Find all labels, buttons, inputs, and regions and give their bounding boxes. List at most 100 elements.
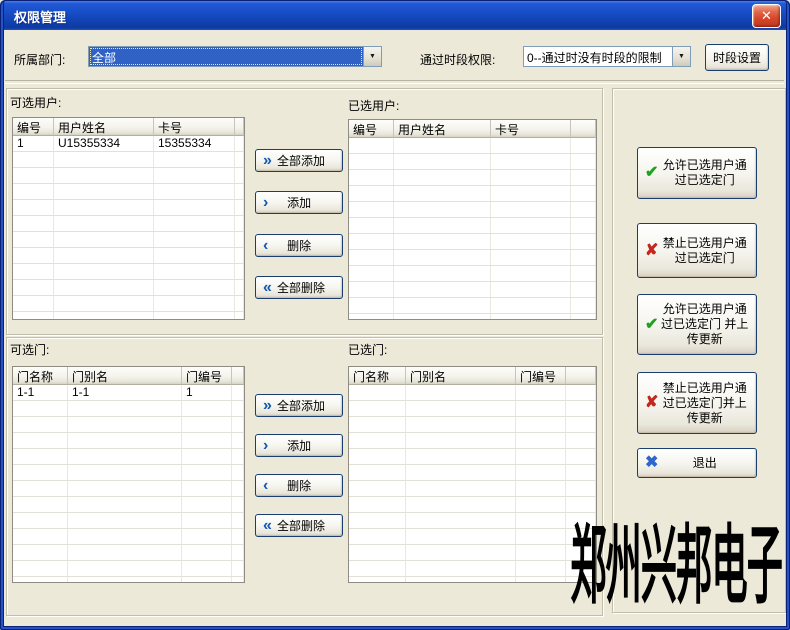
add-all-doors-button[interactable]: » 全部添加: [255, 394, 343, 417]
period-combobox[interactable]: 0--通过时没有时段的限制 ▼: [523, 46, 691, 67]
table-cell: [566, 433, 596, 448]
table-cell: [406, 545, 516, 560]
deny-users-through-doors-button[interactable]: ✘ 禁止已选用户通过已选定门: [637, 223, 757, 278]
table-cell: [13, 513, 68, 528]
allow-and-upload-button[interactable]: ✔ 允许已选用户通过已选定门 并上传更新: [637, 294, 757, 355]
table-cell: [349, 481, 406, 496]
column-header[interactable]: 用户姓名: [54, 118, 154, 136]
exit-x-icon: ✖: [645, 455, 658, 471]
table-cell: [516, 401, 566, 416]
table-cell: [349, 529, 406, 544]
table-cell: [13, 577, 68, 583]
deny-and-upload-button[interactable]: ✘ 禁止已选用户通过已选定门并上传更新: [637, 372, 757, 434]
table-cell: [68, 513, 182, 528]
table-row-empty: [349, 138, 596, 154]
dropdown-arrow-icon[interactable]: ▼: [363, 47, 381, 66]
table-cell: [154, 216, 235, 231]
table-cell: [68, 449, 182, 464]
table-cell: [235, 232, 244, 247]
period-settings-button[interactable]: 时段设置: [705, 44, 769, 71]
table-cell: [491, 282, 571, 297]
table-cell: [154, 248, 235, 263]
table-cell: [154, 200, 235, 215]
remove-all-doors-button[interactable]: « 全部删除: [255, 514, 343, 537]
available-doors-table[interactable]: 门名称门别名门编号1-11-11: [12, 366, 245, 583]
column-header[interactable]: 门别名: [68, 367, 182, 385]
table-cell: [406, 449, 516, 464]
column-header-filler[interactable]: [571, 120, 596, 138]
table-cell: [13, 545, 68, 560]
table-cell: [571, 282, 596, 297]
column-header[interactable]: 编号: [349, 120, 394, 138]
table-cell: [182, 433, 232, 448]
column-header[interactable]: 门名称: [349, 367, 406, 385]
selected-users-table[interactable]: 编号用户姓名卡号: [348, 119, 597, 320]
add-all-doors-label: 全部添加: [272, 397, 336, 414]
add-door-button[interactable]: › 添加: [255, 434, 343, 457]
remove-all-users-button[interactable]: « 全部删除: [255, 276, 343, 299]
table-cell: [491, 154, 571, 169]
table-header-row: 编号用户姓名卡号: [349, 120, 596, 138]
column-header[interactable]: 编号: [13, 118, 54, 136]
table-cell: [349, 266, 394, 281]
column-header[interactable]: 门编号: [182, 367, 232, 385]
table-cell: [491, 234, 571, 249]
table-row[interactable]: 1U1535533415355334: [13, 136, 244, 152]
table-cell: [182, 465, 232, 480]
table-row-empty: [13, 264, 244, 280]
column-header-filler[interactable]: [232, 367, 244, 385]
available-users-table[interactable]: 编号用户姓名卡号1U1535533415355334: [12, 117, 245, 320]
table-cell: [232, 417, 244, 432]
table-cell: [154, 232, 235, 247]
table-row[interactable]: 1-11-11: [13, 385, 244, 401]
table-cell: [394, 314, 491, 320]
column-header-filler[interactable]: [566, 367, 596, 385]
table-cell: [516, 529, 566, 544]
column-header[interactable]: 卡号: [154, 118, 235, 136]
table-cell: 1: [182, 385, 232, 400]
column-header[interactable]: 卡号: [491, 120, 571, 138]
column-header-filler[interactable]: [235, 118, 244, 136]
table-cell: [491, 298, 571, 313]
table-cell: [13, 401, 68, 416]
remove-door-button[interactable]: ‹ 删除: [255, 474, 343, 497]
department-combobox[interactable]: 全部 ▼: [88, 46, 382, 67]
table-cell: [566, 465, 596, 480]
exit-label: 退出: [658, 456, 751, 471]
table-cell: [566, 481, 596, 496]
selected-doors-table[interactable]: 门名称门别名门编号: [348, 366, 597, 583]
table-row-empty: [349, 513, 596, 529]
allow-users-through-doors-button[interactable]: ✔ 允许已选用户通过已选定门: [637, 147, 757, 199]
table-cell: [13, 561, 68, 576]
table-cell: [54, 200, 154, 215]
table-cell: [349, 314, 394, 320]
column-header[interactable]: 门别名: [406, 367, 516, 385]
column-header[interactable]: 门编号: [516, 367, 566, 385]
dropdown-arrow-icon[interactable]: ▼: [672, 47, 690, 66]
cross-icon: ✘: [645, 243, 658, 259]
exit-button[interactable]: ✖ 退出: [637, 448, 757, 478]
title-bar[interactable]: 权限管理 ✕: [0, 0, 790, 30]
table-cell: [491, 314, 571, 320]
table-row-empty: [13, 433, 244, 449]
table-cell: [566, 497, 596, 512]
close-button[interactable]: ✕: [752, 4, 781, 28]
column-header[interactable]: 门名称: [13, 367, 68, 385]
table-cell: [571, 138, 596, 153]
check-icon: ✔: [645, 165, 658, 181]
table-cell: [54, 280, 154, 295]
table-cell: [516, 561, 566, 576]
remove-user-button[interactable]: ‹ 删除: [255, 234, 343, 257]
remove-user-label: 删除: [268, 237, 336, 254]
add-all-users-button[interactable]: » 全部添加: [255, 149, 343, 172]
column-header[interactable]: 用户姓名: [394, 120, 491, 138]
table-cell: [349, 282, 394, 297]
table-cell: [491, 170, 571, 185]
table-cell: [68, 465, 182, 480]
table-cell: [406, 401, 516, 416]
add-user-button[interactable]: › 添加: [255, 191, 343, 214]
table-cell: 1-1: [13, 385, 68, 400]
table-cell: 15355334: [154, 136, 235, 151]
table-cell: [232, 481, 244, 496]
table-cell: [406, 529, 516, 544]
